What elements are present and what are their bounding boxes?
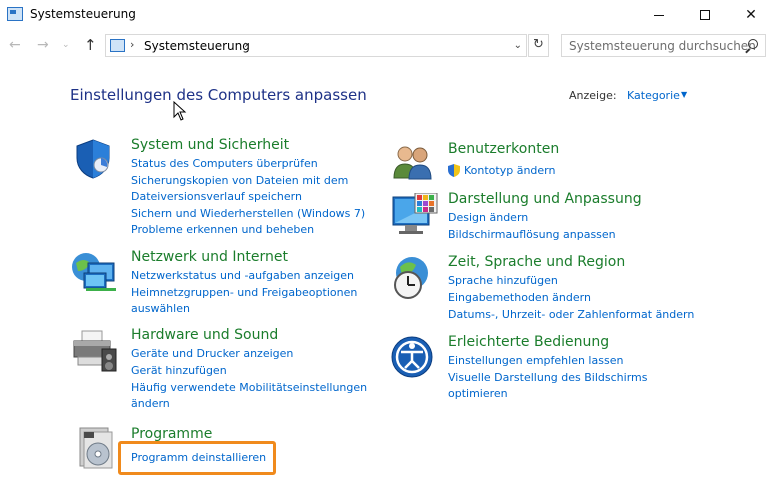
mouse-cursor-icon — [173, 101, 187, 121]
close-button[interactable]: ✕ — [728, 0, 774, 30]
link-add-device[interactable]: Gerät hinzufügen — [131, 364, 227, 377]
link-change-account-type[interactable]: Kontotyp ändern — [464, 164, 555, 177]
link-input-methods[interactable]: Eingabemethoden ändern — [448, 291, 591, 304]
link-devices-printers[interactable]: Geräte und Drucker anzeigen — [131, 347, 293, 360]
category-title-users[interactable]: Benutzerkonten — [448, 141, 559, 157]
accessibility-icon[interactable] — [390, 335, 434, 379]
link-troubleshoot[interactable]: Probleme erkennen und beheben — [131, 223, 314, 236]
forward-arrow-icon[interactable]: → — [37, 37, 49, 53]
shield-icon[interactable] — [72, 138, 114, 180]
link-homegroup[interactable]: Heimnetzgruppen- und Freigabeoptionen — [131, 286, 357, 299]
uac-shield-icon — [448, 164, 460, 177]
view-by-dropdown[interactable]: Kategorie — [627, 89, 680, 102]
category-title-accessibility[interactable]: Erleichterte Bedienung — [448, 334, 609, 350]
view-by-chevron-icon[interactable]: ▼ — [681, 90, 687, 99]
link-recommended-settings[interactable]: Einstellungen empfehlen lassen — [448, 354, 623, 367]
refresh-button[interactable]: ↻ — [528, 34, 549, 57]
highlight-box — [118, 441, 276, 475]
link-adjust-resolution[interactable]: Bildschirmauflösung anpassen — [448, 228, 616, 241]
navigation-bar: ← → ⌄ ↑ › Systemsteuerung › ⌄ ↻ Systemst… — [0, 32, 774, 60]
category-title-programs[interactable]: Programme — [131, 426, 212, 442]
category-title-region[interactable]: Zeit, Sprache und Region — [448, 254, 625, 270]
control-panel-icon — [110, 39, 125, 52]
clock-globe-icon[interactable] — [390, 255, 436, 301]
link-optimize-display-cont[interactable]: optimieren — [448, 387, 508, 400]
link-file-history-cont[interactable]: Dateiversionsverlauf speichern — [131, 190, 302, 203]
view-by-label: Anzeige: — [569, 89, 617, 102]
link-mobility-settings[interactable]: Häufig verwendete Mobilitätseinstellunge… — [131, 381, 367, 394]
printer-icon[interactable] — [72, 327, 118, 373]
breadcrumb[interactable]: Systemsteuerung — [144, 39, 250, 53]
up-arrow-icon[interactable]: ↑ — [84, 36, 97, 54]
link-mobility-settings-cont[interactable]: ändern — [131, 397, 170, 410]
control-panel-icon — [7, 7, 23, 21]
link-add-language[interactable]: Sprache hinzufügen — [448, 274, 558, 287]
breadcrumb-separator-icon[interactable]: › — [244, 38, 248, 51]
category-title-appearance[interactable]: Darstellung und Anpassung — [448, 191, 642, 207]
close-icon: ✕ — [745, 7, 757, 23]
network-icon[interactable] — [70, 249, 118, 293]
search-placeholder: Systemsteuerung durchsuchen — [569, 39, 756, 53]
programs-icon[interactable] — [76, 426, 116, 470]
link-homegroup-cont[interactable]: auswählen — [131, 302, 190, 315]
category-title-hardware[interactable]: Hardware und Sound — [131, 327, 278, 343]
title-bar: Systemsteuerung ✕ — [0, 0, 774, 30]
back-arrow-icon[interactable]: ← — [9, 37, 21, 53]
category-title-system[interactable]: System und Sicherheit — [131, 137, 289, 153]
recent-locations-chevron-icon[interactable]: ⌄ — [62, 40, 70, 50]
breadcrumb-separator-icon[interactable]: › — [130, 38, 134, 51]
display-icon[interactable] — [391, 193, 439, 239]
window-title: Systemsteuerung — [30, 7, 136, 21]
address-bar[interactable]: › Systemsteuerung › ⌄ — [105, 34, 527, 57]
maximize-icon — [700, 10, 710, 20]
link-change-theme[interactable]: Design ändern — [448, 211, 528, 224]
link-file-history[interactable]: Sicherungskopien von Dateien mit dem — [131, 174, 348, 187]
maximize-button[interactable] — [682, 0, 728, 30]
link-backup-restore[interactable]: Sichern und Wiederherstellen (Windows 7) — [131, 207, 365, 220]
address-dropdown-icon[interactable]: ⌄ — [514, 40, 522, 51]
link-network-status[interactable]: Netzwerkstatus und -aufgaben anzeigen — [131, 269, 354, 282]
minimize-icon — [654, 14, 664, 16]
category-title-network[interactable]: Netzwerk und Internet — [131, 249, 288, 265]
search-icon[interactable] — [748, 39, 758, 49]
link-date-format[interactable]: Datums-, Uhrzeit- oder Zahlenformat ände… — [448, 308, 694, 321]
minimize-button[interactable] — [636, 0, 682, 30]
search-input[interactable]: Systemsteuerung durchsuchen — [561, 34, 766, 57]
link-computer-status[interactable]: Status des Computers überprüfen — [131, 157, 318, 170]
page-title: Einstellungen des Computers anpassen — [70, 86, 367, 104]
users-icon[interactable] — [391, 142, 435, 180]
link-optimize-display[interactable]: Visuelle Darstellung des Bildschirms — [448, 371, 647, 384]
